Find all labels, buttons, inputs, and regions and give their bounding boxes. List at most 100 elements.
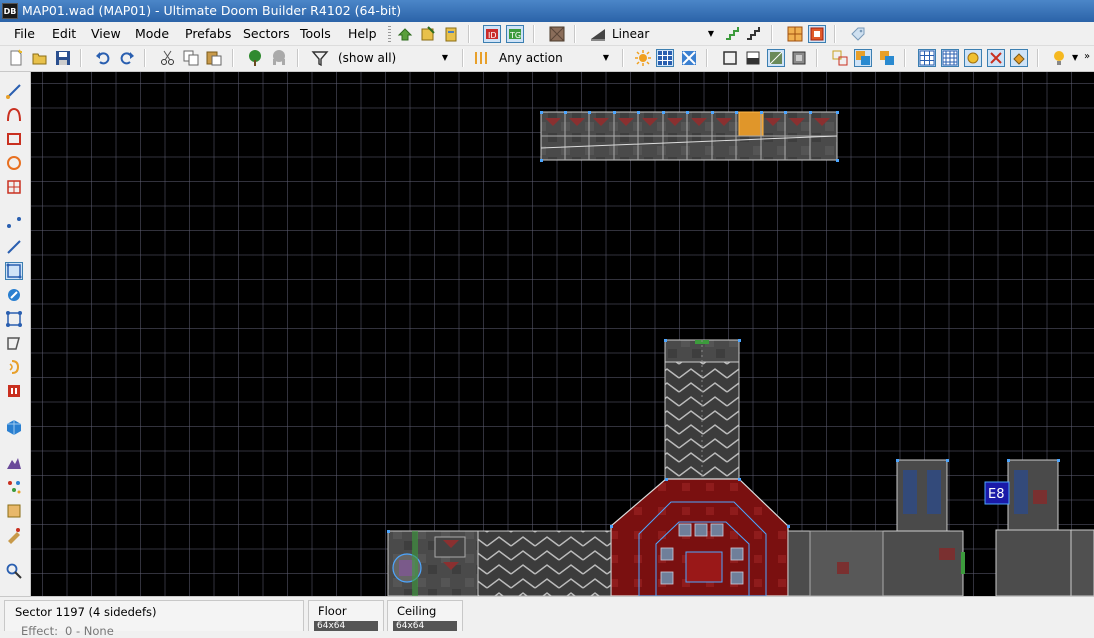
redo-icon[interactable] bbox=[118, 49, 136, 67]
window-title: MAP01.wad (MAP01) - Ultimate Doom Builde… bbox=[22, 3, 402, 18]
grid-snap-icon[interactable] bbox=[786, 25, 804, 43]
toolbar-separator bbox=[706, 49, 708, 67]
view-brightness-icon[interactable] bbox=[744, 49, 762, 67]
paint-bucket-icon[interactable] bbox=[1010, 49, 1028, 67]
prefab-export-icon[interactable] bbox=[419, 25, 437, 43]
tag-test-icon[interactable]: TG bbox=[506, 25, 524, 43]
sound-propagation-icon[interactable] bbox=[5, 358, 23, 376]
undo-icon[interactable] bbox=[94, 49, 112, 67]
things-disabled-icon[interactable] bbox=[270, 49, 288, 67]
toolbar-separator bbox=[232, 49, 234, 67]
overflow-icon[interactable]: » bbox=[1084, 51, 1090, 62]
toolbar-separator bbox=[904, 49, 906, 67]
things-filter-value: (show all) bbox=[338, 51, 397, 65]
save-map-icon[interactable] bbox=[54, 49, 72, 67]
ceiling-texture-size: 64x64 bbox=[393, 621, 457, 631]
menu-help[interactable]: Help bbox=[348, 26, 377, 41]
chevron-down-icon[interactable]: ▼ bbox=[1072, 53, 1078, 62]
floor-label: Floor bbox=[318, 604, 347, 618]
make-sectors-icon[interactable] bbox=[5, 310, 23, 328]
draw-ellipse-icon[interactable] bbox=[5, 154, 23, 172]
zoom-grid-icon[interactable] bbox=[918, 49, 936, 67]
sector-tag-label: E8 bbox=[988, 487, 1005, 502]
texture-filter-icon[interactable] bbox=[589, 25, 607, 43]
stair-down-icon[interactable] bbox=[745, 25, 763, 43]
lightbulb-icon[interactable] bbox=[1050, 49, 1068, 67]
snap-to-grid-icon[interactable] bbox=[680, 49, 698, 67]
copy-icon[interactable] bbox=[182, 49, 200, 67]
stair-up-icon[interactable] bbox=[724, 25, 742, 43]
toolbar-separator bbox=[468, 25, 470, 43]
filter-mode-value: Linear bbox=[612, 27, 650, 41]
visual-mode-icon[interactable] bbox=[5, 418, 23, 436]
merge-geometry-icon[interactable] bbox=[831, 49, 849, 67]
svg-text:ID: ID bbox=[488, 31, 497, 40]
new-map-icon[interactable] bbox=[7, 49, 25, 67]
menu-sectors[interactable]: Sectors bbox=[243, 26, 290, 41]
view-floors-icon[interactable] bbox=[767, 49, 785, 67]
menu-prefabs[interactable]: Prefabs bbox=[185, 26, 231, 41]
menu-view[interactable]: View bbox=[91, 26, 121, 41]
sectors-mode-icon[interactable] bbox=[5, 262, 23, 280]
edit-selection-icon[interactable] bbox=[5, 334, 23, 352]
split-joined-icon[interactable] bbox=[854, 49, 872, 67]
chevron-down-icon: ▼ bbox=[707, 29, 714, 38]
texture-browser-icon[interactable] bbox=[548, 25, 566, 43]
things-filter-dropdown[interactable]: (show all) ▼ bbox=[338, 49, 450, 67]
sector-strip-top[interactable] bbox=[540, 111, 838, 161]
menu-edit[interactable]: Edit bbox=[52, 26, 76, 41]
thing-edit-icon[interactable] bbox=[5, 526, 23, 544]
floor-texture-box[interactable]: Floor 64x64 bbox=[308, 600, 384, 631]
filter-mode-dropdown[interactable]: Linear ▼ bbox=[612, 25, 716, 43]
terrain-icon[interactable] bbox=[5, 454, 23, 472]
find-icon[interactable] bbox=[5, 562, 23, 580]
toolbar-separator bbox=[574, 25, 576, 43]
things-mode-icon[interactable] bbox=[5, 286, 23, 304]
grid-density-icon[interactable] bbox=[941, 49, 959, 67]
brightness-icon[interactable] bbox=[634, 49, 652, 67]
action-filter-icon[interactable] bbox=[472, 49, 490, 67]
particles-icon[interactable] bbox=[5, 478, 23, 496]
selected-sector-octagon[interactable] bbox=[610, 478, 789, 596]
things-filter-icon[interactable] bbox=[246, 49, 264, 67]
draw-lines-icon[interactable] bbox=[5, 82, 23, 100]
sector-bottom-hall[interactable] bbox=[387, 530, 612, 596]
sector-right-hall[interactable] bbox=[787, 530, 965, 596]
toolbar-separator bbox=[297, 49, 299, 67]
scissors-icon[interactable] bbox=[987, 49, 1005, 67]
chevron-down-icon: ▼ bbox=[602, 53, 609, 62]
view-wireframe-icon[interactable] bbox=[721, 49, 739, 67]
prefab-insert-icon[interactable] bbox=[396, 25, 414, 43]
menu-file[interactable]: File bbox=[14, 26, 35, 41]
menu-mode[interactable]: Mode bbox=[135, 26, 169, 41]
sound-environment-icon[interactable] bbox=[5, 382, 23, 400]
sector-copy-icon[interactable] bbox=[878, 49, 896, 67]
sector-corridor[interactable] bbox=[664, 339, 740, 481]
sector-info-box: Sector 1197 (4 sidedefs) Effect: 0 - Non… bbox=[4, 600, 304, 638]
action-filter-dropdown[interactable]: Any action ▼ bbox=[499, 49, 611, 67]
cut-icon[interactable] bbox=[159, 49, 177, 67]
vertices-mode-icon[interactable] bbox=[5, 214, 23, 232]
draw-rectangle-icon[interactable] bbox=[5, 130, 23, 148]
toolbar-separator bbox=[80, 49, 82, 67]
toolbar-separator bbox=[834, 25, 836, 43]
marker-icon[interactable] bbox=[964, 49, 982, 67]
linedefs-mode-icon[interactable] bbox=[5, 238, 23, 256]
filter-icon[interactable] bbox=[311, 49, 329, 67]
ceiling-texture-box[interactable]: Ceiling 64x64 bbox=[387, 600, 463, 631]
map-view[interactable]: E8 bbox=[31, 72, 1094, 596]
flip-geometry-icon[interactable] bbox=[5, 502, 23, 520]
show-grid-icon[interactable] bbox=[656, 49, 674, 67]
auto-merge-icon[interactable] bbox=[808, 25, 826, 43]
menu-tools[interactable]: Tools bbox=[300, 26, 331, 41]
linedef-test-icon[interactable]: ID bbox=[483, 25, 501, 43]
view-ceilings-icon[interactable] bbox=[790, 49, 808, 67]
draw-grid-icon[interactable] bbox=[5, 178, 23, 196]
tag-icon[interactable] bbox=[849, 25, 867, 43]
prefab-import-icon[interactable] bbox=[442, 25, 460, 43]
toolbar-separator bbox=[533, 25, 535, 43]
paste-icon[interactable] bbox=[205, 49, 223, 67]
draw-curve-icon[interactable] bbox=[5, 106, 23, 124]
sector-tag-box[interactable]: E8 bbox=[984, 481, 1010, 505]
open-map-icon[interactable] bbox=[31, 49, 49, 67]
